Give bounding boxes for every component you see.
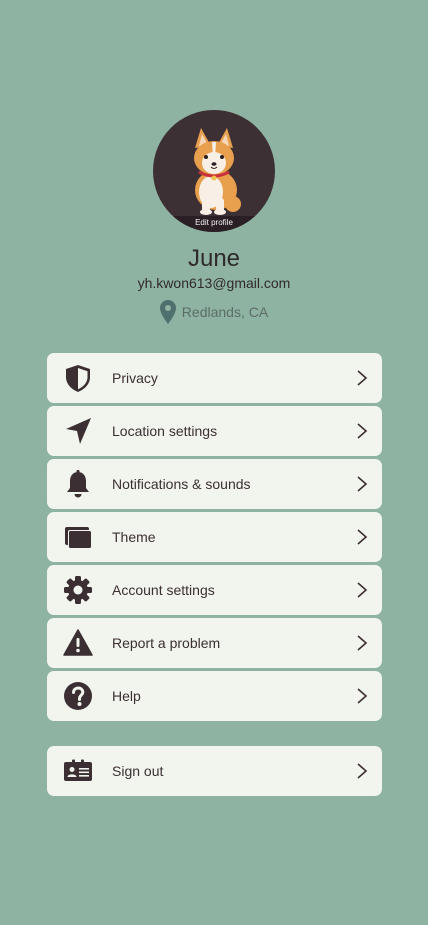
profile-name: June xyxy=(187,245,241,272)
map-pin-icon xyxy=(159,300,176,324)
gear-icon xyxy=(62,574,94,606)
menu-item-label: Help xyxy=(112,688,141,704)
chevron-right-icon xyxy=(357,635,368,651)
chevron-right-icon xyxy=(357,476,368,492)
menu-item-help[interactable]: Help xyxy=(47,671,382,721)
sign-out-button[interactable]: Sign out xyxy=(47,746,382,796)
chevron-right-icon xyxy=(357,423,368,439)
menu-item-label: Account settings xyxy=(112,582,215,598)
shield-icon xyxy=(62,362,94,394)
id-card-icon xyxy=(62,755,94,787)
chevron-right-icon xyxy=(357,688,368,704)
chevron-right-icon xyxy=(357,370,368,386)
navigation-arrow-icon xyxy=(62,415,94,447)
chevron-right-icon xyxy=(357,529,368,545)
warning-icon xyxy=(62,627,94,659)
avatar[interactable]: Edit profile xyxy=(153,110,275,232)
edit-profile-label[interactable]: Edit profile xyxy=(153,216,275,232)
menu-item-label: Location settings xyxy=(112,423,218,439)
sign-out-label: Sign out xyxy=(112,763,164,779)
windows-icon xyxy=(62,521,94,553)
chevron-right-icon xyxy=(357,763,368,779)
corgi-avatar-icon xyxy=(194,128,241,215)
menu-item-label: Notifications & sounds xyxy=(112,476,251,492)
help-icon xyxy=(62,680,94,712)
profile-location: Redlands, CA xyxy=(0,300,428,324)
menu-item-privacy[interactable]: Privacy xyxy=(47,353,382,403)
chevron-right-icon xyxy=(357,582,368,598)
profile-email: yh.kwon613@gmail.com xyxy=(137,275,291,291)
menu-item-theme[interactable]: Theme xyxy=(47,512,382,562)
bell-icon xyxy=(62,468,94,500)
location-text: Redlands, CA xyxy=(181,304,269,320)
menu-item-account-settings[interactable]: Account settings xyxy=(47,565,382,615)
menu-item-location-settings[interactable]: Location settings xyxy=(47,406,382,456)
menu-item-label: Report a problem xyxy=(112,635,221,651)
menu-item-notifications[interactable]: Notifications & sounds xyxy=(47,459,382,509)
menu-item-label: Privacy xyxy=(112,370,158,386)
sign-out-section: Sign out xyxy=(47,746,382,799)
menu-item-label: Theme xyxy=(112,529,156,545)
menu-item-report-problem[interactable]: Report a problem xyxy=(47,618,382,668)
settings-menu: Privacy Location settings Notifications … xyxy=(47,353,382,724)
